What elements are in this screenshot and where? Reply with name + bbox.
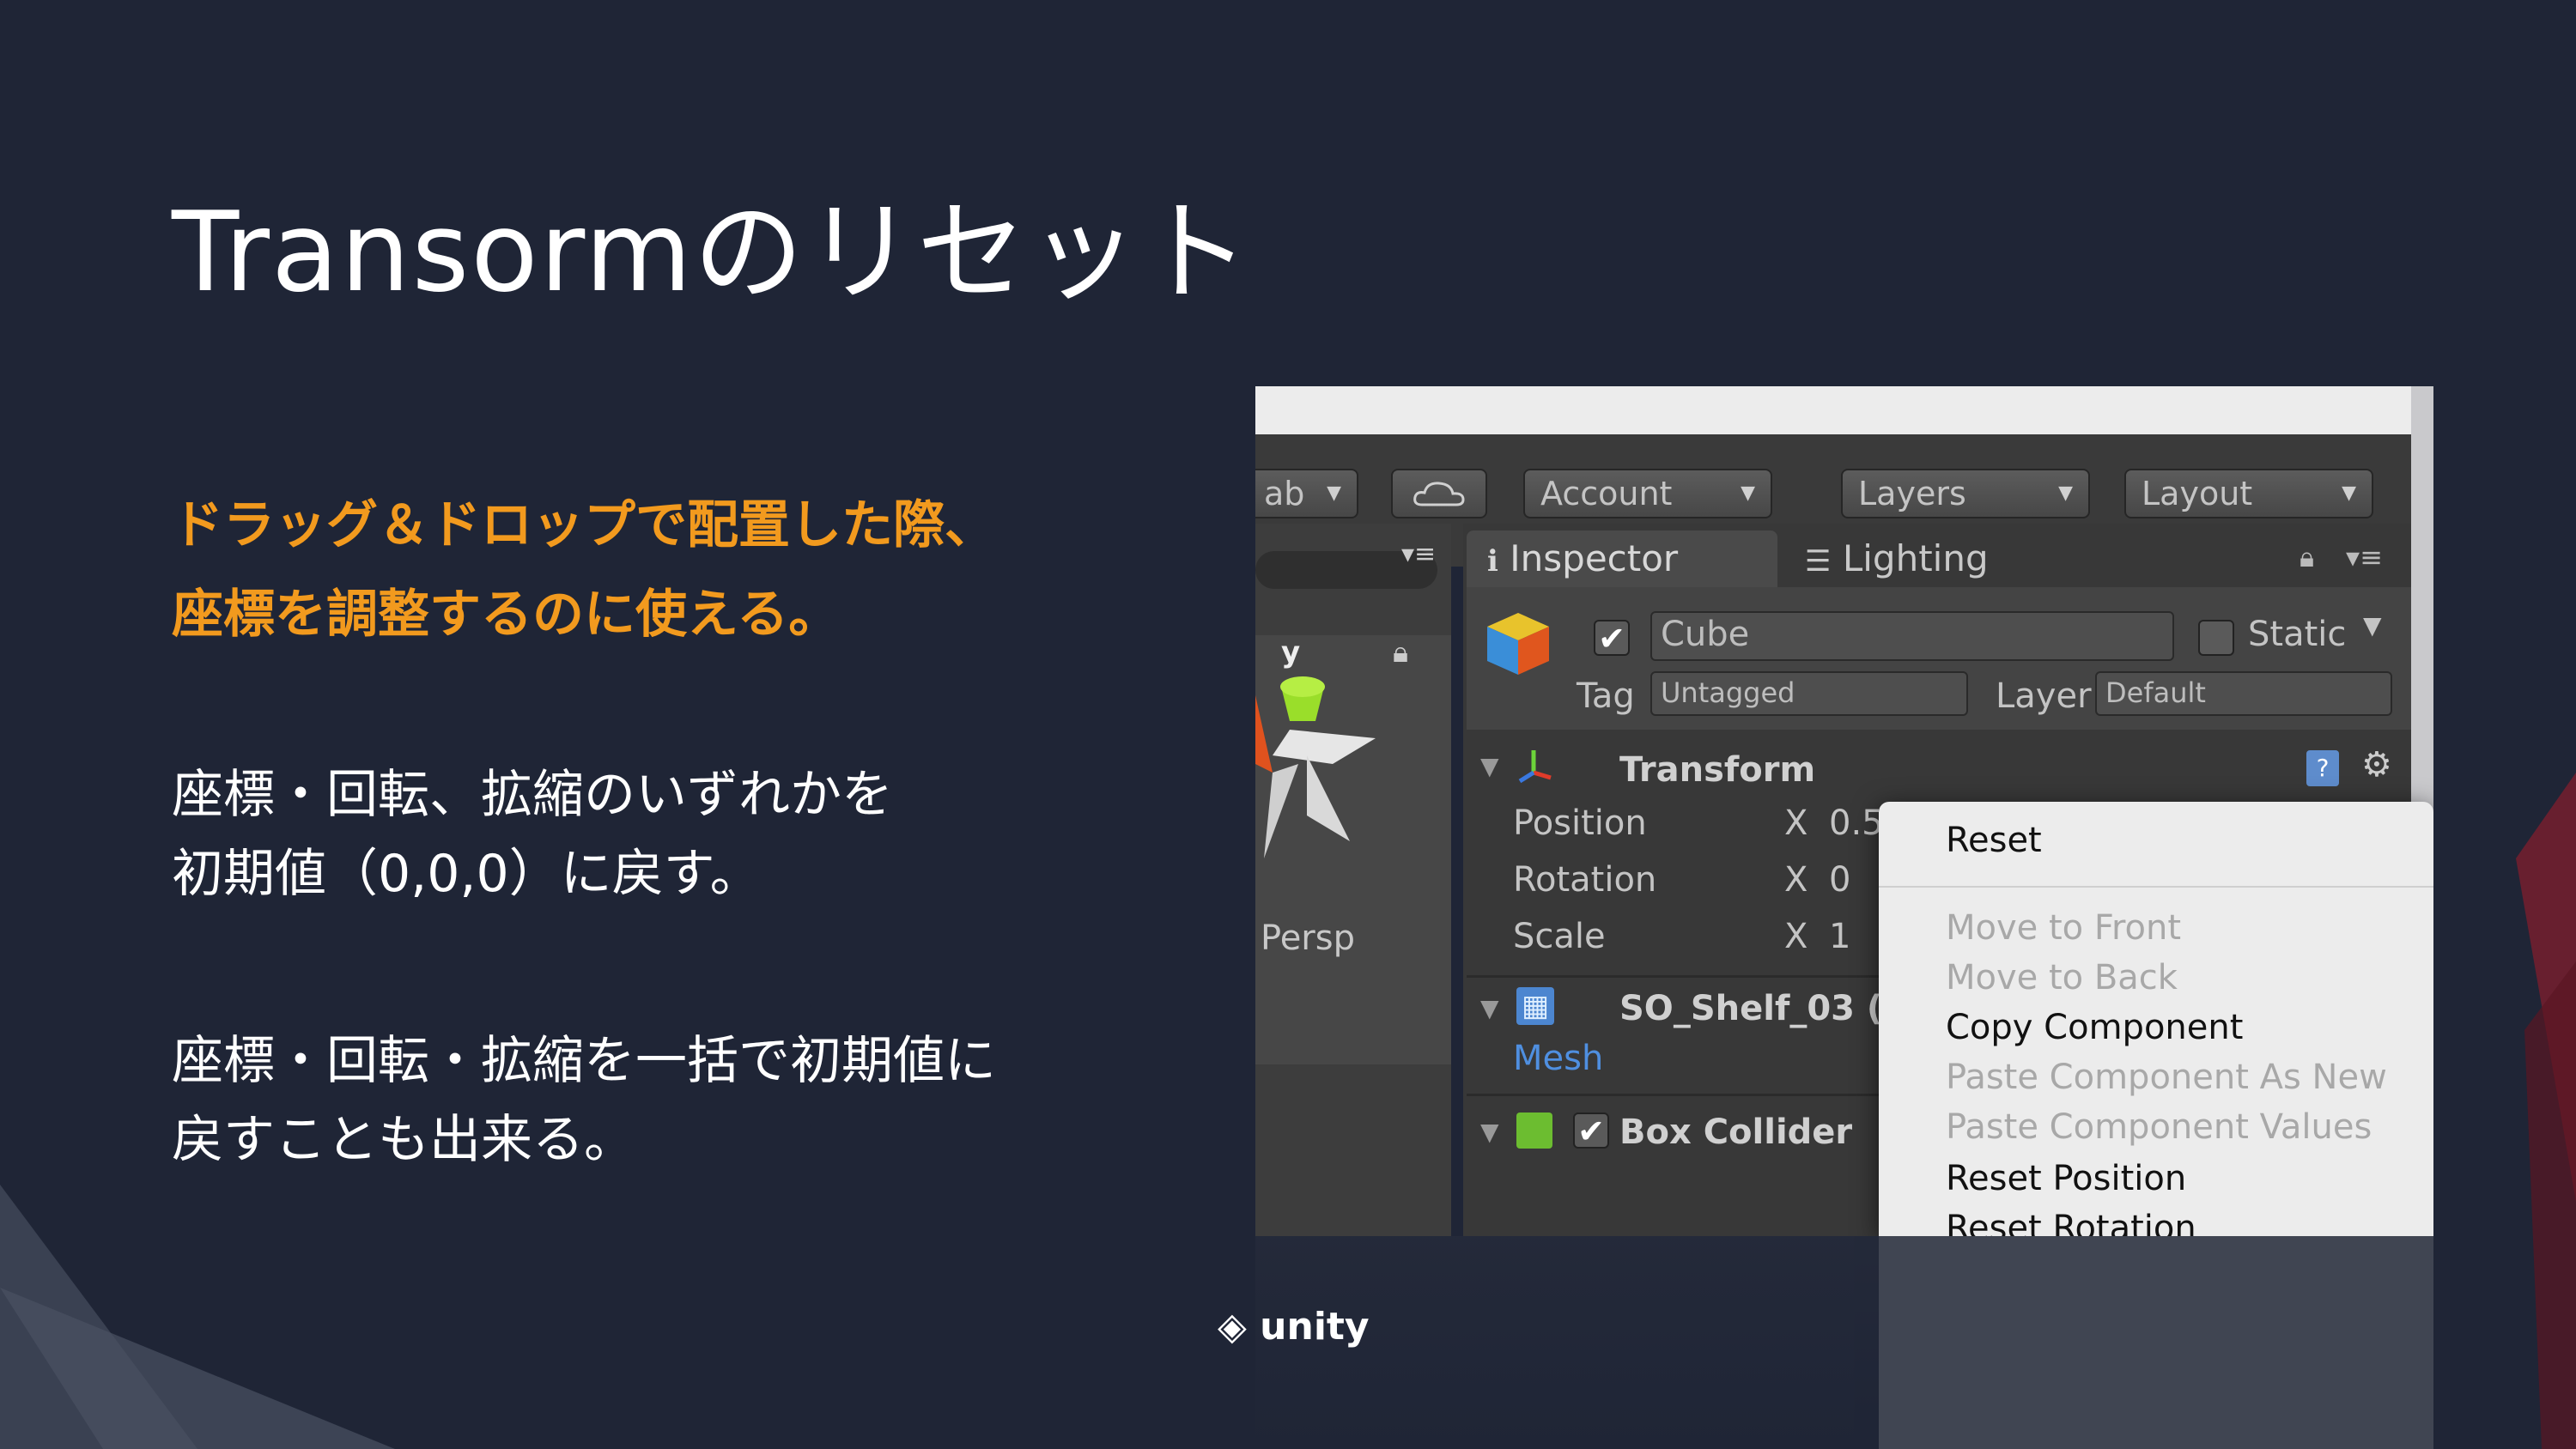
chevron-down-icon: ▼ bbox=[1741, 482, 1755, 504]
layers-label: Layers bbox=[1858, 475, 1966, 512]
box-collider-checkbox[interactable]: ✔ bbox=[1573, 1113, 1609, 1149]
scene-gizmo-area[interactable]: y 🔒︎ bbox=[1255, 635, 1451, 1064]
unity-editor-screenshot: ab ▼ Account ▼ Layers ▼ Layout ▼ ▾≡ y 🔒︎… bbox=[1255, 386, 2433, 1236]
scale-x-field[interactable]: 1 bbox=[1829, 917, 1850, 956]
chevron-down-icon: ▼ bbox=[2342, 482, 2356, 504]
position-x-field[interactable]: 0.5 bbox=[1829, 803, 1884, 843]
menu-separator bbox=[1879, 886, 2433, 888]
transform-title[interactable]: Transform bbox=[1619, 750, 1815, 790]
unity-logo-text: unity bbox=[1260, 1305, 1370, 1349]
paragraph-line: 座標・回転・拡縮を一括で初期値に bbox=[172, 1031, 996, 1091]
info-icon: ℹ bbox=[1487, 544, 1498, 579]
layer-label: Layer bbox=[1996, 676, 2092, 716]
chevron-down-icon: ▼ bbox=[2058, 482, 2073, 504]
unity-logo: ◈ unity bbox=[1218, 1305, 1370, 1349]
tab-inspector[interactable]: ℹ Inspector bbox=[1467, 530, 1777, 587]
menu-item-reset-position[interactable]: Reset Position bbox=[1946, 1159, 2186, 1198]
object-name-field[interactable]: Cube bbox=[1650, 611, 2174, 661]
layout-label: Layout bbox=[2142, 475, 2253, 512]
scene-gizmo-icon bbox=[1255, 676, 1376, 858]
screenshot-reflection bbox=[1255, 1236, 2433, 1449]
chevron-down-icon: ▼ bbox=[1327, 482, 1341, 504]
paragraph-line: 座標・回転、拡縮のいずれかを bbox=[172, 765, 893, 825]
foldout-arrow-icon[interactable]: ▼ bbox=[1480, 752, 1499, 780]
active-checkbox[interactable]: ✔ bbox=[1594, 620, 1630, 656]
account-label: Account bbox=[1540, 475, 1673, 512]
mesh-label: Mesh bbox=[1513, 1039, 1604, 1078]
scale-x-label: X bbox=[1784, 917, 1808, 956]
lead-line: ドラッグ＆ドロップで配置した際、 bbox=[172, 495, 996, 555]
foldout-arrow-icon[interactable]: ▼ bbox=[1480, 1118, 1499, 1146]
transform-context-menu: Reset Move to Front Move to Back Copy Co… bbox=[1879, 802, 2433, 1236]
rotation-x-label: X bbox=[1784, 860, 1808, 900]
tab-inspector-label: Inspector bbox=[1510, 537, 1679, 579]
gear-icon[interactable]: ⚙ bbox=[2361, 745, 2392, 785]
cloud-button[interactable] bbox=[1391, 469, 1487, 518]
foldout-arrow-icon[interactable]: ▼ bbox=[1480, 994, 1499, 1022]
box-collider-icon bbox=[1516, 1113, 1552, 1149]
box-collider-title[interactable]: Box Collider bbox=[1619, 1113, 1852, 1152]
menu-item-reset[interactable]: Reset bbox=[1946, 821, 2042, 860]
menu-item-paste-as-new[interactable]: Paste Component As New bbox=[1946, 1058, 2387, 1097]
collab-button[interactable]: ab ▼ bbox=[1255, 469, 1358, 518]
mesh-component-title[interactable]: SO_Shelf_03 (M bbox=[1619, 989, 1917, 1028]
mesh-filter-icon: ▦ bbox=[1516, 987, 1554, 1025]
menu-item-reset-rotation[interactable]: Reset Rotation bbox=[1946, 1209, 2196, 1236]
static-checkbox[interactable] bbox=[2198, 620, 2234, 656]
unity-logo-icon: ◈ bbox=[1218, 1305, 1247, 1349]
rotation-x-field[interactable]: 0 bbox=[1829, 860, 1850, 900]
cloud-icon bbox=[1413, 482, 1465, 506]
window-titlebar bbox=[1255, 386, 2411, 434]
chevron-down-icon[interactable]: ▼ bbox=[2363, 611, 2382, 640]
help-icon[interactable]: ? bbox=[2306, 750, 2339, 786]
menu-item-move-to-front[interactable]: Move to Front bbox=[1946, 908, 2181, 948]
lighting-icon: ☰ bbox=[1805, 544, 1832, 579]
lead-line: 座標を調整するのに使える。 bbox=[172, 585, 841, 645]
paragraph-single-reset: 座標・回転、拡縮のいずれかを 初期値（0,0,0）に戻す。 bbox=[172, 755, 1236, 913]
persp-label[interactable]: Persp bbox=[1261, 919, 1355, 958]
paragraph-line: 戻すことも出来る。 bbox=[172, 1110, 635, 1170]
tab-lighting-label: Lighting bbox=[1842, 537, 1989, 579]
paragraph-bulk-reset: 座標・回転・拡縮を一括で初期値に 戻すことも出来る。 bbox=[172, 1022, 1236, 1179]
transform-axis-icon bbox=[1518, 750, 1552, 784]
menu-reflection bbox=[1879, 1236, 2433, 1449]
layer-dropdown[interactable]: Default bbox=[2095, 671, 2392, 716]
panel-menu-icon[interactable]: ▾≡ bbox=[1401, 539, 1436, 569]
menu-item-move-to-back[interactable]: Move to Back bbox=[1946, 958, 2178, 997]
tab-lighting[interactable]: ☰ Lighting bbox=[1805, 530, 1989, 590]
lock-icon[interactable]: 🔒︎ bbox=[1393, 635, 1408, 670]
lead-text: ドラッグ＆ドロップで配置した際、 座標を調整するのに使える。 bbox=[172, 481, 1236, 659]
axis-y-label: y bbox=[1281, 635, 1301, 670]
position-label: Position bbox=[1513, 803, 1647, 843]
account-dropdown[interactable]: Account ▼ bbox=[1523, 469, 1772, 518]
menu-item-copy-component[interactable]: Copy Component bbox=[1946, 1008, 2243, 1047]
panel-menu-icon[interactable]: ▾≡ bbox=[2346, 541, 2383, 573]
paragraph-line: 初期値（0,0,0）に戻す。 bbox=[172, 844, 762, 904]
static-label: Static bbox=[2248, 615, 2347, 654]
scale-label: Scale bbox=[1513, 917, 1606, 956]
tag-dropdown[interactable]: Untagged bbox=[1650, 671, 1968, 716]
rotation-label: Rotation bbox=[1513, 860, 1657, 900]
layout-dropdown[interactable]: Layout ▼ bbox=[2124, 469, 2373, 518]
menu-item-paste-values[interactable]: Paste Component Values bbox=[1946, 1107, 2372, 1147]
lock-icon[interactable]: 🔒︎ bbox=[2300, 541, 2314, 574]
cube-icon bbox=[1487, 613, 1549, 675]
tag-label: Tag bbox=[1577, 676, 1635, 716]
slide-title: Transormのリセット bbox=[172, 189, 1252, 317]
collab-label: ab bbox=[1264, 475, 1305, 512]
layers-dropdown[interactable]: Layers ▼ bbox=[1841, 469, 2090, 518]
position-x-label: X bbox=[1784, 803, 1808, 843]
